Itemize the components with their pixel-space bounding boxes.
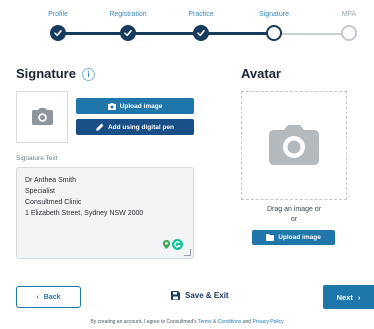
camera-icon [107,102,116,110]
folder-icon [266,234,275,241]
chevron-right-icon: › [357,292,361,302]
signature-text-area[interactable]: Dr Anthea Smith Specialist Consultmed Cl… [16,167,194,259]
grammarly-icon[interactable] [172,239,183,250]
step-dot-profile [50,25,66,41]
avatar-dropzone[interactable] [241,91,347,200]
terms-and: and [241,319,253,325]
step-dot-registration [120,25,136,41]
textarea-extension-icons [163,239,183,250]
upload-avatar-button[interactable]: Upload image [252,230,335,245]
signature-text-line: Dr Anthea Smith [25,177,76,184]
terms-prefix: By creating an account, I agree to Consu… [90,319,198,325]
terms-link[interactable]: Terms & Conditions [198,319,241,325]
camera-icon [32,108,53,125]
step-label-mfa: MFA [341,11,357,18]
avatar-title: Avatar [241,66,281,81]
step-label-registration: Registration [109,11,147,18]
camera-icon [269,125,319,165]
signature-text-line: Specialist [25,188,55,195]
stepper-progress-line [58,32,274,35]
location-pin-icon[interactable] [163,240,170,249]
stepper-remaining-line [274,33,349,35]
step-label-signature: Signature [259,11,289,18]
upload-signature-button[interactable]: Upload image [76,98,194,114]
resize-handle[interactable] [184,249,191,256]
privacy-link[interactable]: Privacy Policy [252,319,283,325]
save-exit-label: Save & Exit [185,291,229,300]
signature-text-line: Consultmed Clinic [25,199,82,206]
step-label-profile: Profile [48,11,68,18]
signature-preview [16,91,68,143]
info-icon[interactable]: i [82,68,95,81]
avatar-drag-text: Drag an image or or [241,205,347,225]
step-label-practice: Practice [188,11,214,18]
drag-instruction: Drag an image or [266,206,322,213]
or-separator: or [290,216,298,223]
signature-text-label: Signature Text [16,155,58,162]
save-exit-button[interactable]: Save & Exit [171,291,229,300]
check-icon [124,30,132,37]
step-dot-signature [266,25,282,41]
digital-pen-label: Add using digital pen [107,123,175,131]
progress-stepper: Profile Registration Practice Signature … [0,0,374,48]
next-label: Next [336,292,353,302]
step-dot-mfa [341,25,357,41]
pen-icon [96,123,104,131]
chevron-left-icon: ‹ [36,293,39,301]
upload-avatar-label: Upload image [278,234,321,241]
digital-pen-button[interactable]: Add using digital pen [76,119,194,135]
terms-text: By creating an account, I agree to Consu… [0,319,374,325]
upload-signature-label: Upload image [119,102,163,110]
signature-title: Signature [16,66,76,81]
check-icon [197,30,205,37]
next-button[interactable]: Next › [323,285,374,309]
step-dot-practice [193,25,209,41]
back-label: Back [43,293,61,301]
check-icon [54,30,62,37]
save-icon [171,291,180,300]
back-button[interactable]: ‹ Back [16,286,81,308]
signature-text-line: 1 Elizabeth Street, Sydney NSW 2000 [25,210,144,217]
